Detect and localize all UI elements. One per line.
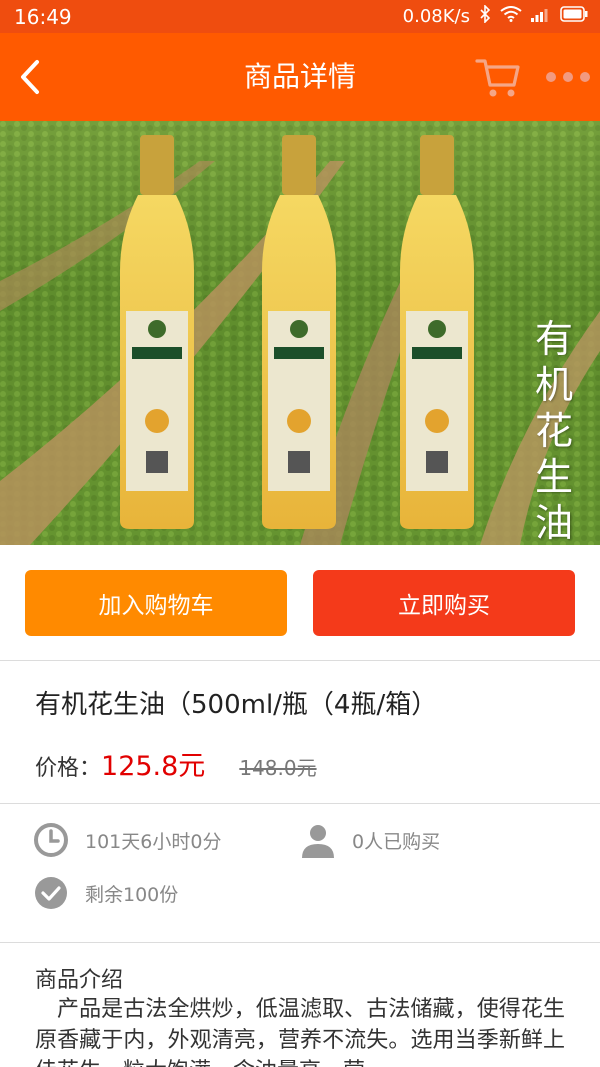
price-label: 价格： bbox=[35, 756, 102, 781]
buyers-stat: 0人已购买 bbox=[300, 822, 440, 858]
battery-icon bbox=[560, 6, 588, 27]
action-buttons: 加入购物车 立即购买 bbox=[0, 545, 600, 661]
product-photo bbox=[0, 121, 600, 545]
product-name: 有机花生油（500ml/瓶（4瓶/箱） bbox=[35, 690, 438, 720]
buyers-text: 0人已购买 bbox=[352, 830, 441, 853]
cart-button[interactable] bbox=[474, 55, 522, 99]
clock-icon bbox=[33, 822, 69, 858]
title-bar: 商品详情 bbox=[0, 33, 600, 121]
network-speed: 0.08K/s bbox=[402, 6, 470, 27]
status-bar: 16:49 0.08K/s bbox=[0, 0, 600, 33]
more-button[interactable] bbox=[542, 59, 594, 95]
status-time: 16:49 bbox=[14, 5, 72, 29]
original-price: 148.0元 bbox=[239, 756, 317, 780]
check-circle-icon bbox=[33, 875, 69, 911]
product-image[interactable]: 有机花生油 bbox=[0, 121, 600, 545]
time-left-text: 101天6小时0分 bbox=[85, 830, 222, 853]
wifi-icon bbox=[500, 6, 522, 27]
status-indicators: 0.08K/s bbox=[402, 4, 588, 28]
add-to-cart-button[interactable]: 加入购物车 bbox=[25, 570, 287, 636]
remaining-text: 剩余100份 bbox=[85, 883, 179, 906]
signal-icon bbox=[531, 6, 551, 27]
description-body: 产品是古法全烘炒，低温滤取、古法储藏，使得花生原香藏于内，外观清亮，营养不流失。… bbox=[35, 997, 565, 1067]
price-row: 价格： 125.8元 148.0元 bbox=[35, 744, 317, 783]
image-caption: 有机花生油 bbox=[534, 317, 573, 545]
sale-stats: 101天6小时0分 0人已购买 剩余100份 bbox=[0, 805, 600, 943]
chevron-left-icon bbox=[21, 60, 39, 94]
more-dots-icon bbox=[546, 72, 556, 82]
bluetooth-icon bbox=[479, 4, 491, 28]
buy-now-button[interactable]: 立即购买 bbox=[313, 570, 575, 636]
description-title: 商品介绍 bbox=[35, 968, 124, 993]
product-description: 商品介绍 产品是古法全烘炒，低温滤取、古法储藏，使得花生原香藏于内，外观清亮，营… bbox=[0, 944, 600, 1067]
product-info: 有机花生油（500ml/瓶（4瓶/箱） 价格： 125.8元 148.0元 bbox=[0, 662, 600, 804]
current-price: 125.8元 bbox=[101, 751, 206, 782]
shopping-cart-icon bbox=[475, 59, 520, 97]
time-left-stat: 101天6小时0分 bbox=[33, 822, 221, 858]
remaining-stat: 剩余100份 bbox=[33, 875, 178, 911]
user-icon bbox=[300, 822, 336, 858]
back-button[interactable] bbox=[0, 33, 60, 121]
